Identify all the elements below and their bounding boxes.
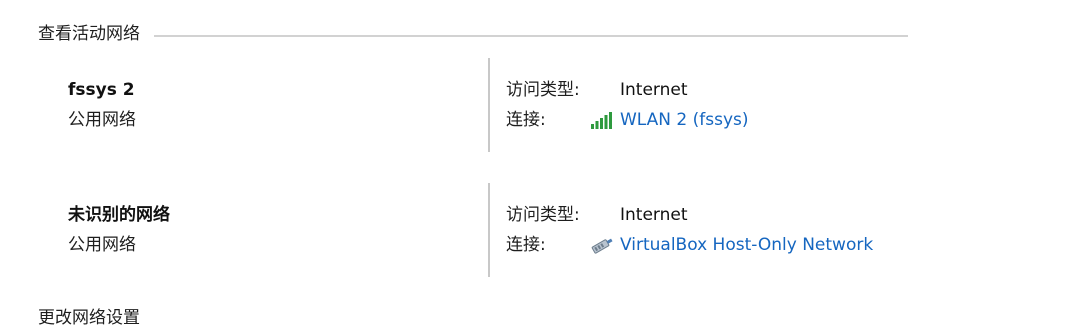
access-type-value: Internet [620, 205, 688, 225]
wifi-signal-icon [590, 110, 614, 130]
access-type-label: 访问类型: [506, 80, 580, 100]
connection-label: 连接: [506, 235, 546, 255]
section-divider-line [154, 35, 908, 37]
active-networks-header: 查看活动网络 [38, 22, 908, 48]
connection-link[interactable]: VirtualBox Host-Only Network [620, 233, 873, 257]
network-name: 未识别的网络 [68, 205, 170, 225]
network-entry: fssys 2 公用网络 访问类型: Internet 连接: WLAN 2 (… [0, 58, 1079, 154]
access-type-value: Internet [620, 80, 688, 100]
access-type-label: 访问类型: [506, 205, 580, 225]
column-divider [488, 183, 490, 277]
network-category-link[interactable]: 公用网络 [68, 108, 136, 132]
column-divider [488, 58, 490, 152]
section-title: 查看活动网络 [38, 24, 140, 44]
change-network-settings-heading: 更改网络设置 [38, 308, 140, 328]
network-category-link[interactable]: 公用网络 [68, 233, 136, 257]
connection-label: 连接: [506, 110, 546, 130]
connection-link[interactable]: WLAN 2 (fssys) [620, 108, 749, 132]
network-entry: 未识别的网络 公用网络 访问类型: Internet 连接: VirtualBo… [0, 183, 1079, 279]
network-name: fssys 2 [68, 80, 135, 100]
ethernet-cable-icon [590, 235, 614, 255]
